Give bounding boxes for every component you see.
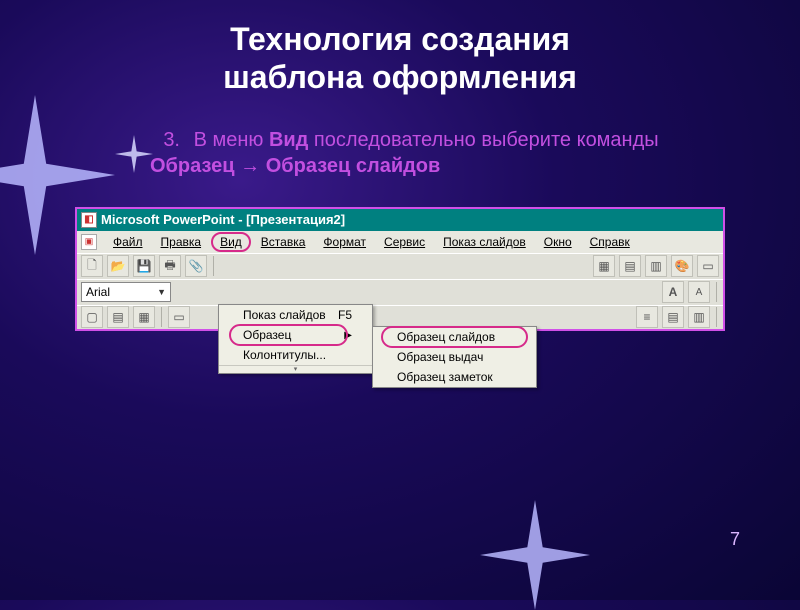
star-decor-bottom (480, 500, 590, 610)
menu-edit[interactable]: Правка (153, 233, 210, 251)
master-submenu: Образец слайдов Образец выдач Образец за… (372, 326, 537, 388)
window-title: Microsoft PowerPoint - [Презентация2] (101, 212, 345, 227)
menu-view-highlighted[interactable]: Вид (211, 232, 251, 252)
menu-insert[interactable]: Вставка (253, 233, 314, 251)
view-dropdown: Показ слайдов F5 Образец ▶ Колонтитулы..… (218, 304, 373, 374)
apply-button[interactable]: ▥ (688, 306, 710, 328)
notes-master-item[interactable]: Образец заметок (373, 367, 536, 387)
title-line1: Технология создания (230, 21, 570, 57)
menu-expand[interactable]: ▾ (219, 365, 372, 373)
star-decor-small (115, 135, 153, 173)
separator (161, 307, 162, 327)
powerpoint-window: ◧ Microsoft PowerPoint - [Презентация2] … (75, 207, 725, 331)
submenu-arrow-icon: ▶ (344, 330, 352, 341)
view-master-item-highlighted[interactable]: Образец ▶ (219, 325, 372, 345)
menu-slideshow[interactable]: Показ слайдов (435, 233, 534, 251)
standard-toolbar: 🗋 📂 💾 🖶 📎 ▦ ▤ ▥ 🎨 ▭ (77, 253, 723, 279)
menu-format[interactable]: Формат (315, 233, 374, 251)
insert-table-button[interactable]: ▥ (645, 255, 667, 277)
chevron-down-icon: ▼ (157, 287, 166, 297)
step-number: 3. (150, 127, 180, 153)
menu-tools[interactable]: Сервис (376, 233, 433, 251)
title-line2: шаблона оформления (223, 59, 577, 95)
layout-button[interactable]: ▤ (662, 306, 684, 328)
sorter-view-button[interactable]: ▦ (133, 306, 155, 328)
menu-help[interactable]: Справк (582, 233, 638, 251)
increase-font-button[interactable]: A (662, 281, 684, 303)
decrease-font-button[interactable]: A (688, 281, 710, 303)
insert-slide-button[interactable]: ▭ (168, 306, 190, 328)
formatting-toolbar: Arial▼ A A (77, 279, 723, 305)
menu-bar: ▣ Файл Правка Вид Вставка Формат Сервис … (77, 231, 723, 253)
separator (213, 256, 214, 276)
separator (716, 307, 717, 327)
open-button[interactable]: 📂 (107, 255, 129, 277)
slide-master-item-highlighted[interactable]: Образец слайдов (373, 327, 536, 347)
attach-button[interactable]: 📎 (185, 255, 207, 277)
outline-view-button[interactable]: ▤ (107, 306, 129, 328)
table-button[interactable]: ▦ (593, 255, 615, 277)
handout-master-item[interactable]: Образец выдач (373, 347, 536, 367)
align-button[interactable]: ≡ (636, 306, 658, 328)
slide-title: Технология создания шаблона оформления (0, 0, 800, 97)
new-button[interactable]: 🗋 (81, 255, 103, 277)
view-slideshow-item[interactable]: Показ слайдов F5 (219, 305, 372, 325)
font-selector[interactable]: Arial▼ (81, 282, 171, 302)
print-button[interactable]: 🖶 (159, 255, 181, 277)
chart-button[interactable]: ▤ (619, 255, 641, 277)
view-headers-item[interactable]: Колонтитулы... (219, 345, 372, 365)
save-button[interactable]: 💾 (133, 255, 155, 277)
slide-number: 7 (730, 529, 740, 550)
star-decor-left (0, 95, 115, 255)
instruction-text: 3. В меню Вид последовательно выберите к… (150, 127, 720, 179)
color-button[interactable]: 🎨 (671, 255, 693, 277)
window-titlebar: ◧ Microsoft PowerPoint - [Презентация2] (77, 209, 723, 231)
zoom-button[interactable]: ▭ (697, 255, 719, 277)
slide-view-button[interactable]: ▢ (81, 306, 103, 328)
separator (716, 282, 717, 302)
menu-window[interactable]: Окно (536, 233, 580, 251)
